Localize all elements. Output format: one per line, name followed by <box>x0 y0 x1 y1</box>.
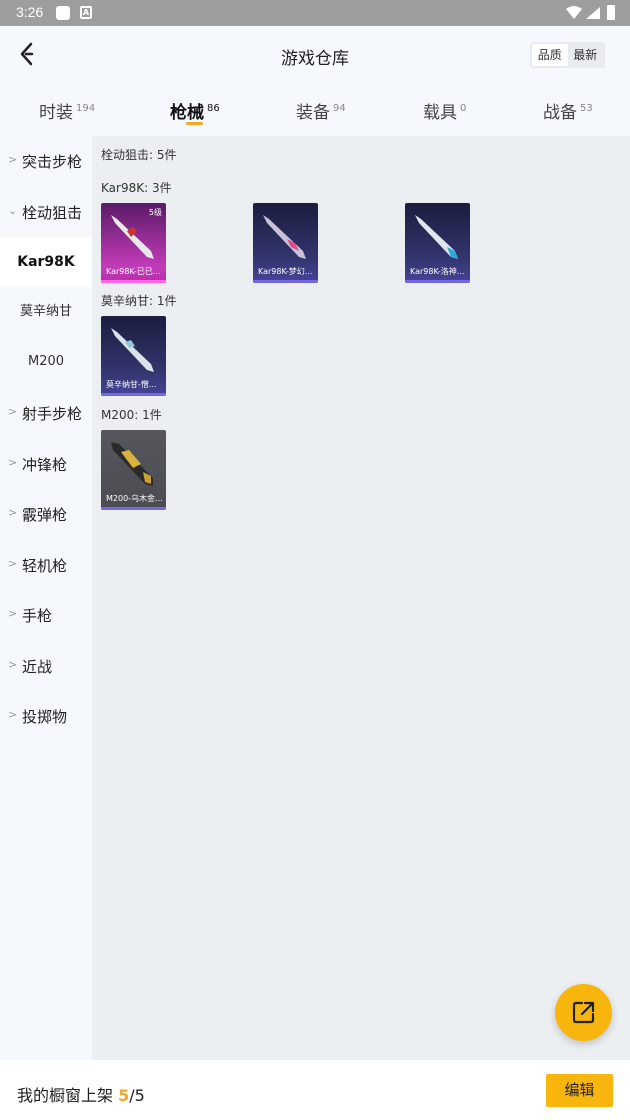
rifle-icon <box>111 215 154 259</box>
group-title: 莫辛纳甘: 1件 <box>101 294 177 308</box>
tab-equipment[interactable]: 装备 94 <box>296 98 346 123</box>
sidebar-subitem-mosin[interactable]: 莫辛纳甘 <box>0 287 92 337</box>
bottom-bar: 我的橱窗上架 5/5 编辑 <box>0 1060 630 1120</box>
showcase-total: /5 <box>129 1086 145 1105</box>
item-card[interactable]: 5级 Kar98K-已已... <box>101 203 166 283</box>
item-card[interactable]: 莫辛纳甘-憎... <box>101 316 166 396</box>
sort-toggle: 品质 最新 <box>530 42 605 68</box>
tab-supplies[interactable]: 战备 53 <box>543 98 593 123</box>
chevron-right-icon: > <box>8 658 18 671</box>
group-title: Kar98K: 3件 <box>101 181 172 195</box>
item-name: 莫辛纳甘-憎... <box>106 380 157 389</box>
sort-quality-button[interactable]: 品质 <box>532 44 568 66</box>
chevron-right-icon: > <box>8 405 18 418</box>
rifle-icon <box>415 215 458 259</box>
item-name: M200-乌木金... <box>106 494 163 503</box>
sidebar-item-label: 近战 <box>22 658 53 676</box>
group-title: M200: 1件 <box>101 408 162 422</box>
sidebar-item-lmg[interactable]: > 轻机枪 <box>0 540 92 590</box>
tab-fashion[interactable]: 时装 194 <box>39 98 95 123</box>
category-tabs: 时装 194 枪械 86 装备 94 载具 0 战备 53 <box>0 86 630 136</box>
chevron-right-icon: > <box>8 456 18 469</box>
tab-label: 时装 <box>39 103 73 123</box>
rifle-icon <box>111 442 153 486</box>
item-card[interactable]: Kar98K-洛神... <box>405 203 470 283</box>
wifi-signal-icon <box>566 6 600 19</box>
sidebar-subitem-kar98k[interactable]: Kar98K <box>0 237 92 287</box>
rarity-bar <box>253 280 318 283</box>
item-card[interactable]: Kar98K-梦幻... <box>253 203 318 283</box>
chevron-right-icon: > <box>8 557 18 570</box>
sidebar-item-assault-rifles[interactable]: > 突击步枪 <box>0 136 92 186</box>
sidebar-item-label: 突击步枪 <box>22 153 83 171</box>
sidebar-item-label: 投掷物 <box>22 708 68 726</box>
tab-active-indicator <box>186 122 203 125</box>
chevron-down-icon: ⌄ <box>8 204 18 217</box>
sidebar-item-bolt-action-snipers[interactable]: ⌄ 栓动狙击 <box>0 187 92 237</box>
sidebar-item-throwables[interactable]: > 投掷物 <box>0 691 92 741</box>
tab-count: 194 <box>76 103 96 114</box>
sidebar-item-label: 轻机枪 <box>22 557 68 575</box>
chevron-right-icon: > <box>8 708 18 721</box>
rarity-bar <box>405 280 470 283</box>
inventory-content: 栓动狙击: 5件 Kar98K: 3件 5级 Kar98K-已已... Kar9… <box>92 136 630 1060</box>
item-name: Kar98K-洛神... <box>410 267 465 276</box>
showcase-label: 我的橱窗上架 <box>17 1086 114 1105</box>
tab-label: 枪械 <box>170 103 204 123</box>
rarity-bar <box>101 507 166 510</box>
chevron-right-icon: > <box>8 506 18 519</box>
sidebar-item-melee[interactable]: > 近战 <box>0 641 92 691</box>
tab-label: 装备 <box>296 103 330 123</box>
sidebar-item-marksman-rifles[interactable]: > 射手步枪 <box>0 388 92 438</box>
sidebar-item-label: 栓动狙击 <box>22 204 83 222</box>
item-name: Kar98K-已已... <box>106 267 161 276</box>
app-notification-icon: A <box>80 6 92 19</box>
external-link-icon <box>572 1001 595 1024</box>
tab-label: 载具 <box>423 103 457 123</box>
showcase-count: 5 <box>118 1086 130 1105</box>
tab-label: 战备 <box>543 103 577 123</box>
showcase-status: 我的橱窗上架 5/5 <box>17 1082 145 1106</box>
tab-firearms[interactable]: 枪械 86 <box>170 98 220 123</box>
chevron-right-icon: > <box>8 153 18 166</box>
sidebar-item-label: 冲锋枪 <box>22 456 68 474</box>
share-fab-button[interactable] <box>555 984 612 1041</box>
status-time: 3:26 <box>16 4 44 20</box>
sidebar-item-label: 射手步枪 <box>22 405 83 423</box>
chevron-right-icon: > <box>8 607 18 620</box>
tab-count: 53 <box>580 103 593 114</box>
sidebar-item-pistols[interactable]: > 手枪 <box>0 590 92 640</box>
section-title: 栓动狙击: 5件 <box>101 148 177 162</box>
status-bar: 3:26 A <box>0 0 630 26</box>
tab-count: 94 <box>333 103 346 114</box>
item-card[interactable]: M200-乌木金... <box>101 430 166 510</box>
header: 游戏仓库 品质 最新 <box>0 26 630 86</box>
sidebar-subitem-m200[interactable]: M200 <box>0 337 92 387</box>
battery-icon <box>607 5 615 20</box>
item-name: Kar98K-梦幻... <box>258 267 313 276</box>
edit-button[interactable]: 编辑 <box>546 1074 613 1107</box>
sidebar: > 突击步枪 ⌄ 栓动狙击 Kar98K 莫辛纳甘 M200 > 射手步枪 > … <box>0 136 92 1060</box>
rifle-icon <box>111 328 154 372</box>
rarity-bar <box>101 393 166 396</box>
sidebar-item-label: 手枪 <box>22 607 53 625</box>
item-level-badge: 5级 <box>148 208 162 217</box>
notification-icon <box>56 6 70 20</box>
sidebar-item-smg[interactable]: > 冲锋枪 <box>0 439 92 489</box>
tab-count: 86 <box>207 103 220 114</box>
sort-newest-button[interactable]: 最新 <box>568 44 604 66</box>
tab-vehicles[interactable]: 载具 0 <box>423 98 466 123</box>
sidebar-item-shotguns[interactable]: > 霰弹枪 <box>0 489 92 539</box>
sidebar-item-label: 霰弹枪 <box>22 506 68 524</box>
tab-count: 0 <box>460 103 467 114</box>
rifle-icon <box>263 215 306 259</box>
rarity-bar <box>101 280 166 283</box>
